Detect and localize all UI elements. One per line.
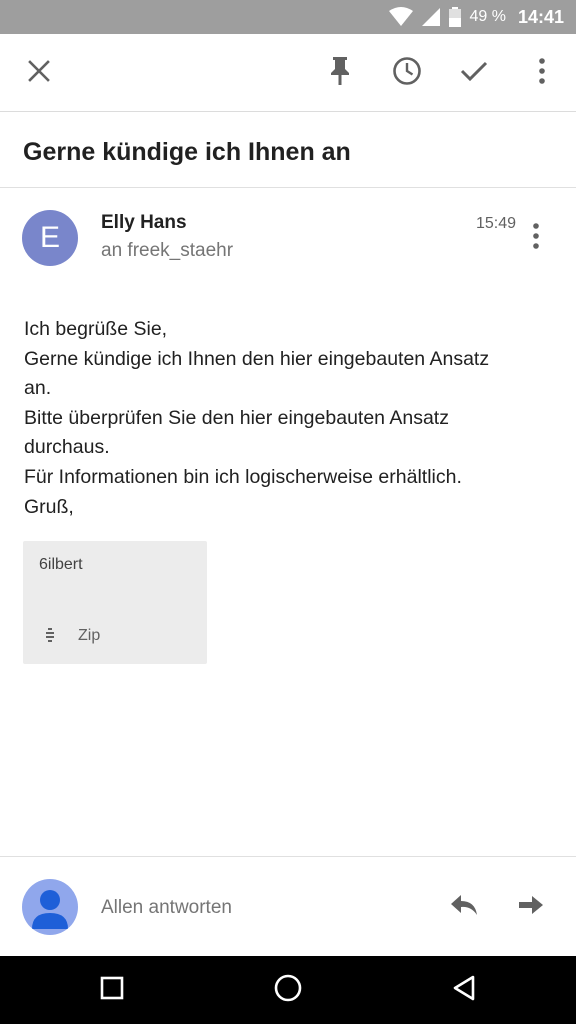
sender-name[interactable]: Elly Hans <box>101 212 187 234</box>
body-line: Bitte überprüfen Sie den hier eingebaute… <box>24 406 449 429</box>
sender-avatar[interactable]: E <box>22 210 78 266</box>
body-line: Gerne kündige ich Ihnen den hier eingeba… <box>24 347 490 370</box>
recents-button[interactable] <box>92 970 132 1010</box>
more-options-button[interactable] <box>524 55 560 91</box>
reply-bar: Allen antworten <box>0 856 576 956</box>
snooze-button[interactable] <box>389 55 425 91</box>
email-subject: Gerne kündige ich Ihnen an <box>23 138 351 166</box>
attachment-card[interactable]: 6ilbert Zip <box>23 541 207 664</box>
pin-button[interactable] <box>322 55 358 91</box>
user-avatar <box>22 879 78 935</box>
reply-all-button[interactable]: Allen antworten <box>101 897 232 919</box>
pin-icon <box>329 56 351 91</box>
home-button[interactable] <box>268 970 308 1010</box>
mark-done-button[interactable] <box>456 55 492 91</box>
recents-square-icon <box>100 976 124 1005</box>
body-line: durchaus. <box>24 436 110 459</box>
app-toolbar <box>0 34 576 112</box>
recipient-line[interactable]: an freek_staehr <box>101 240 233 262</box>
wifi-icon <box>389 7 414 27</box>
status-clock: 14:41 <box>517 6 564 27</box>
battery-icon <box>449 7 462 27</box>
status-bar: 49 % 14:41 <box>0 0 576 34</box>
done-check-icon <box>460 60 488 87</box>
navigation-bar <box>0 956 576 1024</box>
body-line: Für Informationen bin ich logischerweise… <box>24 465 462 488</box>
email-body: Ich begrüße Sie, Gerne kündige ich Ihnen… <box>24 315 544 522</box>
battery-percentage: 49 % <box>469 8 506 25</box>
email-time: 15:49 <box>475 215 516 232</box>
forward-button[interactable] <box>513 889 549 925</box>
more-vert-icon <box>532 222 540 254</box>
body-line: an. <box>24 377 52 400</box>
home-circle-icon <box>274 974 302 1007</box>
body-line: Ich begrüße Sie, <box>24 318 168 340</box>
divider <box>0 187 576 188</box>
back-button[interactable] <box>444 970 484 1010</box>
zip-file-icon <box>43 628 57 642</box>
close-icon <box>28 59 50 87</box>
body-line: Gruß, <box>24 495 74 518</box>
reply-icon <box>450 894 478 921</box>
close-button[interactable] <box>21 55 57 91</box>
back-triangle-icon <box>452 975 476 1006</box>
more-vert-icon <box>538 57 546 89</box>
snooze-clock-icon <box>392 56 422 91</box>
attachment-type: Zip <box>78 627 101 644</box>
message-more-button[interactable] <box>524 222 548 254</box>
attachment-name: 6ilbert <box>39 556 83 573</box>
cell-signal-icon <box>421 7 441 27</box>
reply-button[interactable] <box>446 889 482 925</box>
forward-icon <box>518 894 544 921</box>
